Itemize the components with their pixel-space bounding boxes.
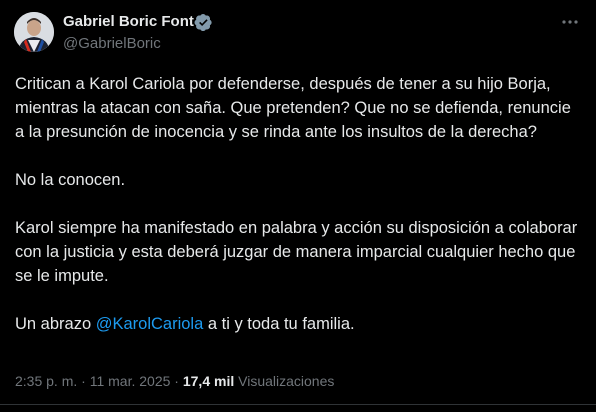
verified-badge-icon [194,13,212,32]
divider [0,404,596,405]
avatar-image [14,12,54,52]
meta-separator: · [77,373,90,389]
tweet-card: Gabriel Boric Font @GabrielBoric Critica… [0,0,596,412]
author-name[interactable]: Gabriel Boric Font [63,13,194,30]
tweet-text-segment: a ti y toda tu familia. [203,315,355,333]
mention-link[interactable]: @KarolCariola [96,315,204,333]
tweet-text: Critican a Karol Cariola por defenderse,… [15,72,580,336]
meta-separator: · [170,373,183,389]
tweet-meta: 2:35 p. m. · 11 mar. 2025 · 17,4 mil Vis… [15,373,334,389]
author-handle[interactable]: @GabrielBoric [63,35,161,52]
views-count[interactable]: 17,4 mil [183,373,234,389]
views-label: Visualizaciones [238,373,335,389]
tweet-time[interactable]: 2:35 p. m. [15,373,77,389]
tweet-paragraph: Critican a Karol Cariola por defenderse,… [15,75,571,141]
tweet-paragraph: No la conocen. [15,171,126,189]
tweet-text-segment: Un abrazo [15,315,96,333]
more-options-icon[interactable] [560,12,580,32]
tweet-date[interactable]: 11 mar. 2025 [90,373,171,389]
tweet-paragraph: Karol siempre ha manifestado en palabra … [15,219,578,285]
tweet-paragraph: Un abrazo @KarolCariola a ti y toda tu f… [15,312,580,336]
avatar[interactable] [14,12,54,52]
